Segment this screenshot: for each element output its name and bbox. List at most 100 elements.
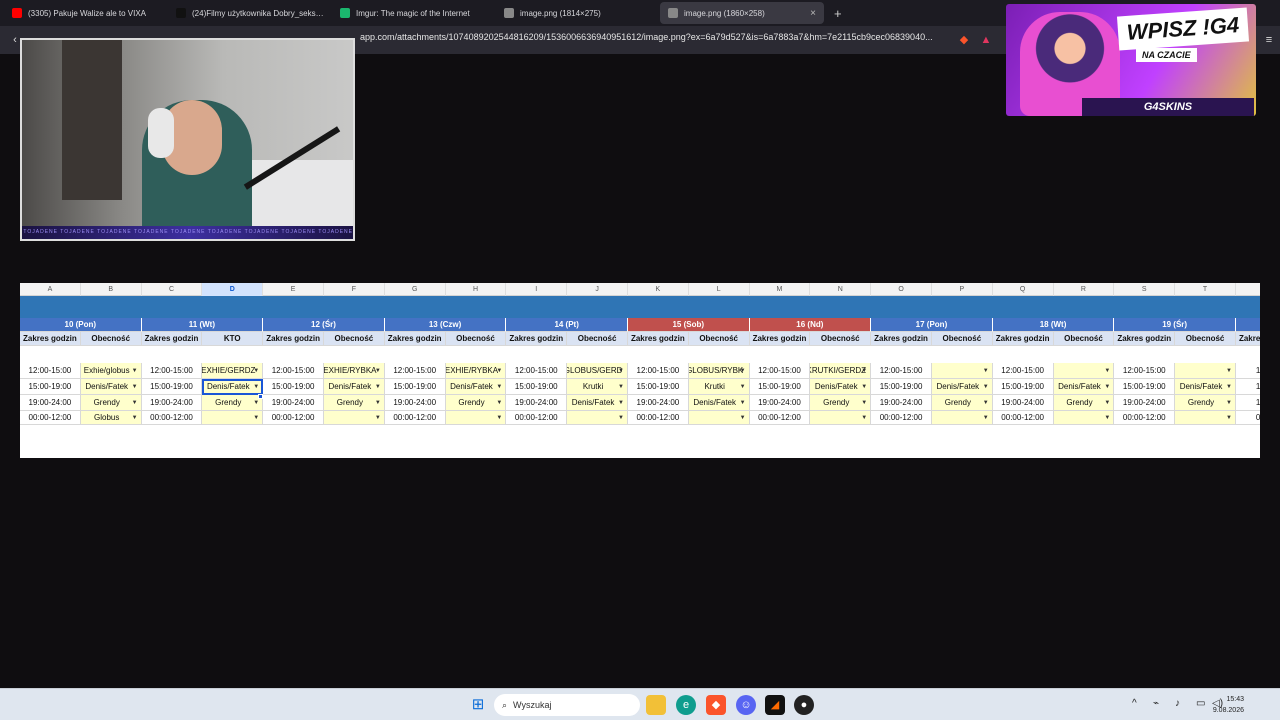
time-range-cell[interactable]: 19:00-24:00 xyxy=(263,395,324,411)
attendance-dropdown[interactable]: Grendy ▼ xyxy=(1053,395,1115,411)
attendance-dropdown[interactable]: Denis/Fatek ▼ xyxy=(567,395,628,411)
attendance-dropdown[interactable]: ▼ xyxy=(202,411,264,425)
attendance-dropdown[interactable]: ▼ xyxy=(1175,411,1236,425)
browser-tab[interactable]: (24)Filmy użytkownika Dobry_seksuolog xyxy=(168,2,332,24)
time-range-cell[interactable]: 00:00-12:00 xyxy=(384,411,446,425)
column-header[interactable]: B xyxy=(81,283,142,296)
network-icon[interactable]: ⌁ xyxy=(1153,698,1159,709)
browser-tab[interactable]: (3305) Pakuje Walize ale to VIXA xyxy=(4,2,168,24)
time-range-cell[interactable]: 15:00-19:00 xyxy=(384,379,446,395)
column-header[interactable]: Q xyxy=(993,283,1054,296)
microphone-icon[interactable]: ♪ xyxy=(1175,698,1180,709)
obs-icon[interactable]: ● xyxy=(794,695,814,715)
time-range-cell[interactable]: 12:00-15:00 xyxy=(384,363,446,379)
time-range-cell[interactable]: 19:00-24:00 xyxy=(1114,395,1176,411)
taskbar-search[interactable]: ⌕ Wyszukaj xyxy=(494,694,640,716)
attendance-dropdown[interactable]: Denis/Fatek ▼ xyxy=(202,379,264,395)
attendance-dropdown[interactable]: Denis/Fatek ▼ xyxy=(445,379,507,395)
dropdown-arrow-icon[interactable]: ▼ xyxy=(496,411,502,424)
column-header[interactable]: C xyxy=(142,283,203,296)
attendance-dropdown[interactable]: GLOBUS/RYBK ▼ xyxy=(688,363,750,379)
attendance-dropdown[interactable]: ▼ xyxy=(1175,363,1236,379)
time-range-cell[interactable]: 00:00-12:00 xyxy=(141,411,203,425)
time-range-cell[interactable]: 15:00-19:00 xyxy=(749,379,811,395)
dropdown-arrow-icon[interactable]: ▼ xyxy=(132,411,138,424)
dropdown-arrow-icon[interactable]: ▼ xyxy=(861,395,867,410)
time-range-cell[interactable]: 19:00-24:00 xyxy=(871,395,932,411)
attendance-dropdown[interactable]: Krutki ▼ xyxy=(567,379,628,395)
tray-chevron-icon[interactable]: ^ xyxy=(1132,698,1137,709)
dropdown-arrow-icon[interactable]: ▼ xyxy=(253,379,259,394)
brave-icon[interactable]: ◆ xyxy=(706,695,726,715)
time-range-cell[interactable]: 00:00-12:00 xyxy=(263,411,324,425)
time-range-cell[interactable]: 00:00 xyxy=(1235,411,1260,425)
dropdown-arrow-icon[interactable]: ▼ xyxy=(253,411,259,424)
attendance-dropdown[interactable]: ▼ xyxy=(1053,363,1115,379)
attendance-dropdown[interactable]: Denis/Fatek ▼ xyxy=(810,379,872,395)
attendance-dropdown[interactable]: Grendy ▼ xyxy=(80,395,142,411)
time-range-cell[interactable]: 12:00-15:00 xyxy=(1114,363,1176,379)
time-range-cell[interactable]: 00:00-12:00 xyxy=(627,411,689,425)
address-bar[interactable]: app.com/attachments/1074089202544816209/… xyxy=(360,32,945,42)
attendance-dropdown[interactable]: Grendy ▼ xyxy=(810,395,872,411)
dropdown-arrow-icon[interactable]: ▼ xyxy=(740,363,746,378)
time-range-cell[interactable]: 19:00-24:00 xyxy=(384,395,446,411)
attendance-dropdown[interactable]: Denis/Fatek ▼ xyxy=(931,379,993,395)
time-range-cell[interactable]: 12:00-15:00 xyxy=(992,363,1054,379)
time-range-cell[interactable]: 12:00-15:00 xyxy=(749,363,811,379)
time-range-cell[interactable]: 12:00-15:00 xyxy=(627,363,689,379)
attendance-dropdown[interactable]: ▼ xyxy=(931,363,993,379)
dropdown-arrow-icon[interactable]: ▼ xyxy=(861,411,867,424)
column-header[interactable]: R xyxy=(1054,283,1115,296)
attendance-dropdown[interactable]: Denis/Fatek ▼ xyxy=(688,395,750,411)
dropdown-arrow-icon[interactable]: ▼ xyxy=(740,395,746,410)
column-header[interactable]: A xyxy=(20,283,81,296)
time-range-cell[interactable]: 15:00-19:00 xyxy=(263,379,324,395)
column-header[interactable]: M xyxy=(750,283,811,296)
column-header[interactable]: F xyxy=(324,283,385,296)
column-header[interactable]: P xyxy=(932,283,993,296)
column-header[interactable]: L xyxy=(689,283,750,296)
dropdown-arrow-icon[interactable]: ▼ xyxy=(496,395,502,410)
time-range-cell[interactable]: 19:00-24:00 xyxy=(506,395,568,411)
time-range-cell[interactable]: 15:00-19:00 xyxy=(141,379,203,395)
attendance-dropdown[interactable]: ▼ xyxy=(1053,411,1115,425)
dropdown-arrow-icon[interactable]: ▼ xyxy=(1226,395,1232,410)
time-range-cell[interactable]: 15:00-19:00 xyxy=(992,379,1054,395)
attendance-dropdown[interactable]: GLOBUS/GERD ▼ xyxy=(567,363,628,379)
dropdown-arrow-icon[interactable]: ▼ xyxy=(983,379,989,394)
attendance-dropdown[interactable]: Grendy ▼ xyxy=(445,395,507,411)
attendance-dropdown[interactable]: ▼ xyxy=(567,411,628,425)
dropdown-arrow-icon[interactable]: ▼ xyxy=(983,363,989,378)
dropdown-arrow-icon[interactable]: ▼ xyxy=(618,363,624,378)
display-icon[interactable]: ▭ xyxy=(1196,698,1205,709)
dropdown-arrow-icon[interactable]: ▼ xyxy=(861,379,867,394)
time-range-cell[interactable]: 19:00-24:00 xyxy=(141,395,203,411)
column-header[interactable]: D xyxy=(202,283,264,296)
dropdown-arrow-icon[interactable]: ▼ xyxy=(618,395,624,410)
attendance-dropdown[interactable]: ▼ xyxy=(323,411,385,425)
time-range-cell[interactable]: 15:00-19:00 xyxy=(1114,379,1176,395)
attendance-dropdown[interactable]: ▼ xyxy=(810,411,872,425)
time-range-cell[interactable]: 00:00-12:00 xyxy=(1114,411,1176,425)
discord-icon[interactable]: ☺ xyxy=(736,695,756,715)
time-range-cell[interactable]: 19:00-24:00 xyxy=(749,395,811,411)
file-explorer-icon[interactable] xyxy=(646,695,666,715)
dropdown-arrow-icon[interactable]: ▼ xyxy=(375,395,381,410)
app-icon[interactable]: ◢ xyxy=(765,695,785,715)
dropdown-arrow-icon[interactable]: ▼ xyxy=(375,379,381,394)
column-header[interactable]: N xyxy=(810,283,872,296)
browser-tab[interactable]: image.png (1814×275) xyxy=(496,2,660,24)
dropdown-arrow-icon[interactable]: ▼ xyxy=(1104,379,1110,394)
browser-tab[interactable]: image.png (1860×258) × xyxy=(660,2,824,24)
time-range-cell[interactable]: 00:00-12:00 xyxy=(992,411,1054,425)
dropdown-arrow-icon[interactable]: ▼ xyxy=(1104,363,1110,378)
menu-icon[interactable]: ≡ xyxy=(1262,33,1276,47)
time-range-cell[interactable]: 12:00-15:00 xyxy=(20,363,81,379)
dropdown-arrow-icon[interactable]: ▼ xyxy=(1226,363,1232,378)
column-header[interactable]: H xyxy=(446,283,507,296)
close-tab-icon[interactable]: × xyxy=(810,8,816,19)
attendance-dropdown[interactable]: ▼ xyxy=(688,411,750,425)
dropdown-arrow-icon[interactable]: ▼ xyxy=(253,363,259,378)
dropdown-arrow-icon[interactable]: ▼ xyxy=(618,411,624,424)
